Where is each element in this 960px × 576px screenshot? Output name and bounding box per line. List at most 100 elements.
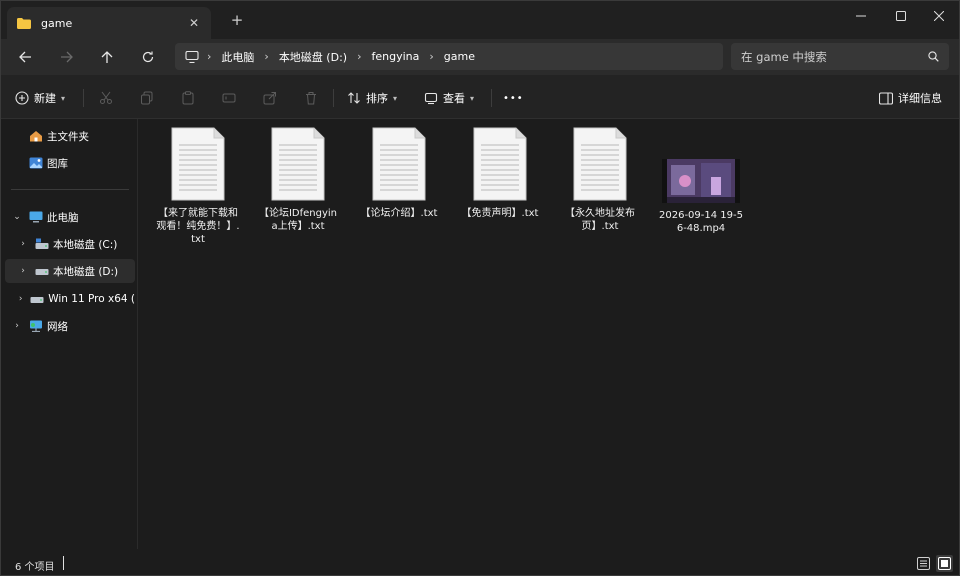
chevron-right-icon[interactable]: ›	[17, 294, 24, 304]
text-file-icon	[573, 127, 627, 201]
home-icon	[30, 131, 42, 142]
item-count: 6 个项目	[15, 562, 55, 573]
navigation-bar: › 此电脑 › 本地磁盘 (D:) › fengyina › game 在 ga…	[1, 39, 959, 75]
arrow-up-icon	[101, 50, 113, 63]
sort-label: 排序	[366, 92, 388, 105]
minimize-button[interactable]	[841, 1, 881, 31]
more-options-button[interactable]: •••	[503, 87, 524, 109]
system-drive-icon	[35, 238, 49, 249]
breadcrumb-this-pc[interactable]: 此电脑	[221, 49, 254, 65]
chevron-right-icon[interactable]: ›	[429, 50, 433, 63]
chevron-down-icon: ▾	[393, 93, 398, 103]
rename-icon	[222, 93, 236, 103]
refresh-button[interactable]	[134, 45, 162, 69]
view-icon	[424, 92, 438, 105]
grid-view-icon	[938, 557, 951, 570]
toolbar-divider	[333, 89, 334, 107]
breadcrumb-drive-d[interactable]: 本地磁盘 (D:)	[279, 49, 347, 65]
sidebar-label-drive-d: 本地磁盘 (D:)	[53, 265, 119, 278]
details-view-button[interactable]	[915, 555, 932, 572]
file-item[interactable]: 【来了就能下载和观看！纯免费！】.txt	[156, 127, 240, 246]
sort-button[interactable]: 排序 ▾	[347, 87, 397, 109]
file-item[interactable]: 【免责声明】.txt	[458, 127, 542, 220]
large-icons-view-button[interactable]	[936, 555, 953, 572]
chevron-right-icon[interactable]: ›	[264, 50, 268, 63]
close-window-button[interactable]	[919, 1, 959, 31]
sidebar-item-gallery[interactable]: 图库	[5, 151, 135, 175]
forward-button[interactable]	[52, 45, 80, 69]
new-label: 新建	[34, 92, 56, 105]
search-placeholder: 在 game 中搜索	[741, 49, 827, 64]
delete-button[interactable]	[304, 87, 318, 109]
tab-close-icon[interactable]: ✕	[187, 16, 201, 30]
sidebar-item-drive-c[interactable]: › 本地磁盘 (C:)	[5, 232, 135, 256]
details-label: 详细信息	[898, 92, 942, 105]
copy-icon	[141, 91, 153, 105]
cut-button[interactable]	[99, 87, 113, 109]
file-name: 【来了就能下载和观看！纯免费！】.txt	[156, 208, 240, 245]
copy-button[interactable]	[140, 87, 154, 109]
plus-circle-icon	[15, 91, 29, 105]
text-file-icon	[473, 127, 527, 201]
file-item[interactable]: 【永久地址发布页】.txt	[558, 127, 642, 233]
sidebar-label-network: 网络	[47, 320, 68, 333]
command-bar: 新建 ▾ 排序 ▾ 查看 ▾ ••• 详细信息	[1, 75, 959, 119]
scissors-icon	[100, 91, 112, 104]
tab-title: game	[41, 16, 73, 30]
back-button[interactable]	[11, 45, 39, 69]
share-button[interactable]	[263, 87, 277, 109]
drive-icon	[35, 269, 49, 275]
sidebar-label-home: 主文件夹	[47, 130, 89, 143]
sidebar-item-drive-d[interactable]: › 本地磁盘 (D:)	[5, 259, 135, 283]
details-pane-button[interactable]: 详细信息	[879, 87, 942, 109]
view-button[interactable]: 查看 ▾	[424, 87, 474, 109]
share-icon	[263, 92, 276, 105]
chevron-down-icon[interactable]: ⌄	[11, 212, 23, 222]
search-input[interactable]: 在 game 中搜索	[731, 43, 949, 70]
trash-icon	[306, 92, 316, 105]
status-divider	[63, 556, 64, 570]
minimize-icon	[856, 15, 866, 17]
arrow-right-icon	[60, 51, 73, 63]
new-tab-button[interactable]: +	[227, 10, 247, 30]
chevron-right-icon[interactable]: ›	[17, 266, 29, 276]
sidebar-label-this-pc: 此电脑	[47, 211, 79, 224]
sidebar-item-home[interactable]: 主文件夹	[5, 124, 135, 148]
sidebar-divider	[11, 189, 129, 190]
sidebar-item-this-pc[interactable]: ⌄ 此电脑	[5, 205, 135, 229]
chevron-right-icon[interactable]: ›	[207, 50, 211, 63]
close-icon	[934, 11, 944, 21]
monitor-icon	[185, 50, 199, 63]
maximize-button[interactable]	[881, 1, 921, 31]
toolbar-divider	[83, 89, 84, 107]
chevron-right-icon[interactable]: ›	[357, 50, 361, 63]
rename-button[interactable]	[222, 87, 236, 109]
new-button[interactable]: 新建 ▾	[15, 87, 65, 109]
network-icon	[30, 320, 42, 332]
up-button[interactable]	[93, 45, 121, 69]
title-bar: game ✕ +	[1, 1, 959, 39]
sidebar-label-drive-win: Win 11 Pro x64 (	[48, 293, 135, 305]
sidebar-item-network[interactable]: › 网络	[5, 314, 135, 338]
file-item[interactable]: 【论坛介绍】.txt	[357, 127, 441, 220]
maximize-icon	[896, 11, 906, 21]
tab-game[interactable]: game ✕	[7, 7, 211, 39]
address-bar[interactable]: › 此电脑 › 本地磁盘 (D:) › fengyina › game	[175, 43, 723, 70]
file-item[interactable]: 【论坛IDfengyina上传】.txt	[256, 127, 340, 233]
file-name: 2026-09-14 19-56-48.mp4	[659, 210, 743, 234]
text-file-icon	[372, 127, 426, 201]
file-item[interactable]: 2026-09-14 19-56-48.mp4	[659, 127, 743, 235]
view-label: 查看	[443, 92, 465, 105]
video-thumbnail-icon	[662, 159, 740, 203]
pc-icon	[29, 211, 43, 223]
sidebar-label-drive-c: 本地磁盘 (C:)	[53, 238, 118, 251]
chevron-right-icon[interactable]: ›	[11, 321, 23, 331]
chevron-right-icon[interactable]: ›	[17, 239, 29, 249]
more-icon: •••	[503, 92, 524, 104]
sidebar-item-drive-win[interactable]: › Win 11 Pro x64 (	[5, 287, 135, 311]
folder-icon	[17, 17, 31, 29]
paste-button[interactable]	[181, 87, 195, 109]
breadcrumb-game[interactable]: game	[444, 50, 475, 63]
file-explorer-window: game ✕ + › 此电脑 › 本地磁盘 (D:) › fengyina › …	[0, 0, 960, 576]
breadcrumb-fengyina[interactable]: fengyina	[371, 50, 419, 63]
